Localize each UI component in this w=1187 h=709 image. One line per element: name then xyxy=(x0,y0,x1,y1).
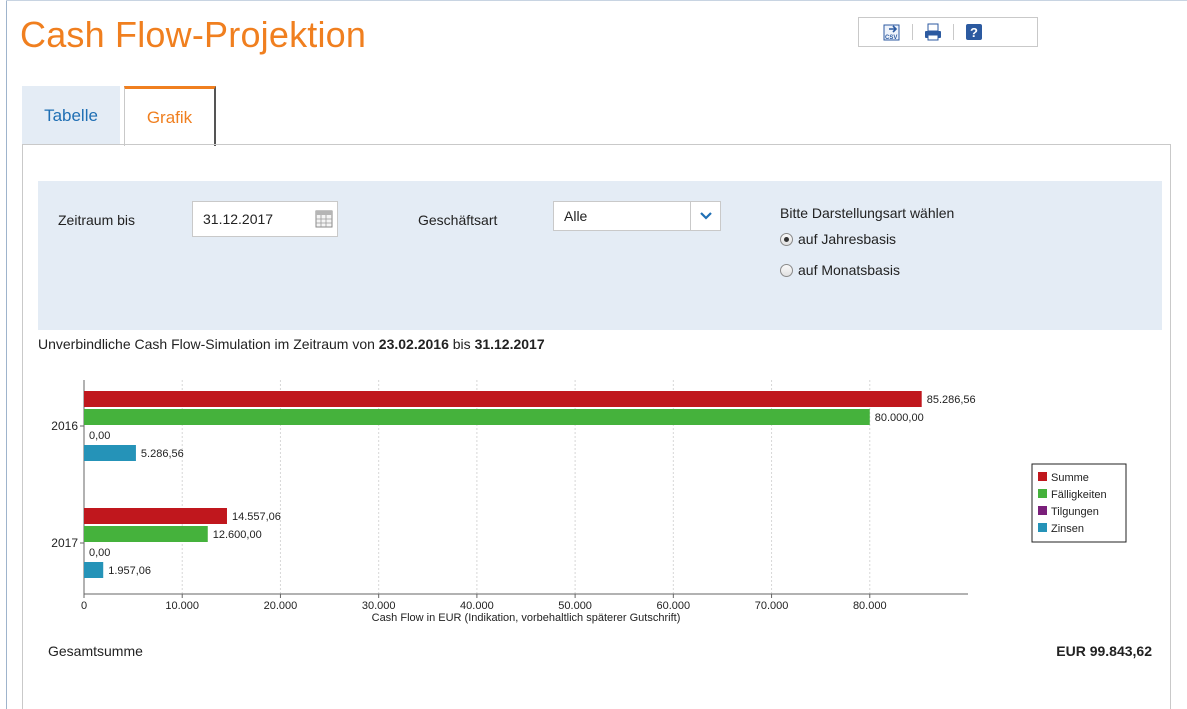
x-tick-label: 10.000 xyxy=(165,600,199,612)
simulation-to: 31.12.2017 xyxy=(474,336,545,352)
business-type-label: Geschäftsart xyxy=(418,212,498,228)
x-tick-label: 0 xyxy=(81,600,87,612)
toolbar-separator xyxy=(912,24,913,40)
x-axis-label: Cash Flow in EUR (Indikation, vorbehaltl… xyxy=(372,612,681,624)
period-date-input[interactable]: 31.12.2017 xyxy=(192,201,338,237)
simulation-period-text: Unverbindliche Cash Flow-Simulation im Z… xyxy=(38,336,545,352)
printer-icon[interactable] xyxy=(922,21,944,43)
x-tick-label: 40.000 xyxy=(460,600,494,612)
bar-fälligkeiten xyxy=(84,526,208,542)
content-border-right xyxy=(1170,145,1171,709)
tab-tabelle[interactable]: Tabelle xyxy=(22,86,120,145)
bar-summe xyxy=(84,391,922,407)
content-border-left xyxy=(22,145,23,709)
radio-yearly[interactable]: auf Jahresbasis xyxy=(780,231,896,247)
toolbar: CSV ? xyxy=(858,17,1038,47)
bar-value-label: 5.286,56 xyxy=(141,448,184,460)
x-tick-label: 70.000 xyxy=(755,600,789,612)
total-label: Gesamtsumme xyxy=(48,643,143,659)
legend-label: Zinsen xyxy=(1051,523,1084,535)
x-tick-label: 50.000 xyxy=(558,600,592,612)
toolbar-separator xyxy=(953,24,954,40)
chevron-down-icon[interactable] xyxy=(690,202,720,230)
window-border-top xyxy=(6,0,1187,1)
bar-value-label: 80.000,00 xyxy=(875,412,924,424)
bar-fälligkeiten xyxy=(84,409,870,425)
bar-value-label: 1.957,06 xyxy=(108,565,151,577)
page-title: Cash Flow-Projektion xyxy=(20,14,367,55)
tabs-divider xyxy=(22,144,1171,145)
simulation-from: 23.02.2016 xyxy=(378,336,449,352)
display-mode-label: Bitte Darstellungsart wählen xyxy=(780,205,955,221)
radio-yearly-input[interactable] xyxy=(780,232,793,246)
calendar-icon[interactable] xyxy=(315,210,333,228)
bar-value-label: 12.600,00 xyxy=(213,529,262,541)
radio-monthly-label: auf Monatsbasis xyxy=(798,262,900,278)
bar-value-label: 0,00 xyxy=(89,547,110,559)
radio-monthly-input[interactable] xyxy=(780,263,793,277)
legend-label: Summe xyxy=(1051,472,1089,484)
legend-swatch xyxy=(1038,506,1047,515)
simulation-prefix: Unverbindliche Cash Flow-Simulation im Z… xyxy=(38,336,375,352)
window-border-left xyxy=(6,0,7,709)
x-tick-label: 30.000 xyxy=(362,600,396,612)
cash-flow-chart: 0 10.000 20.000 30.000 40.000 50.000 60.000 70.… xyxy=(30,370,1140,640)
period-label: Zeitraum bis xyxy=(58,212,136,228)
legend-label: Tilgungen xyxy=(1051,506,1099,518)
csv-export-icon[interactable]: CSV xyxy=(881,21,903,43)
radio-yearly-label: auf Jahresbasis xyxy=(798,231,897,247)
help-icon[interactable]: ? xyxy=(963,21,985,43)
period-date-value: 31.12.2017 xyxy=(203,211,274,227)
category-label: 2016 xyxy=(51,419,78,433)
legend-label: Fälligkeiten xyxy=(1051,489,1107,501)
x-tick-label: 20.000 xyxy=(264,600,298,612)
legend-swatch xyxy=(1038,523,1047,532)
bar-zinsen xyxy=(84,445,136,461)
legend-swatch xyxy=(1038,472,1047,481)
svg-text:?: ? xyxy=(970,25,978,40)
cash-flow-chart-svg: 0 10.000 20.000 30.000 40.000 50.000 60.000 70.… xyxy=(51,380,1127,624)
business-type-select[interactable]: Alle xyxy=(553,201,721,231)
x-tick-label: 60.000 xyxy=(657,600,691,612)
simulation-middle: bis xyxy=(452,336,471,352)
x-tick-label: 80.000 xyxy=(853,600,887,612)
tab-grafik[interactable]: Grafik xyxy=(124,86,216,146)
business-type-value: Alle xyxy=(564,208,588,224)
bar-value-label: 0,00 xyxy=(89,430,110,442)
bar-value-label: 14.557,06 xyxy=(232,511,281,523)
category-label: 2017 xyxy=(51,536,78,550)
legend-swatch xyxy=(1038,489,1047,498)
filter-panel: Zeitraum bis 31.12.2017 Geschäftsart All… xyxy=(38,181,1162,330)
radio-monthly[interactable]: auf Monatsbasis xyxy=(780,262,900,278)
svg-text:CSV: CSV xyxy=(885,35,897,41)
total-value: EUR 99.843,62 xyxy=(1056,643,1152,659)
bar-zinsen xyxy=(84,562,104,578)
bar-value-label: 85.286,56 xyxy=(927,394,976,406)
bar-summe xyxy=(84,508,227,524)
